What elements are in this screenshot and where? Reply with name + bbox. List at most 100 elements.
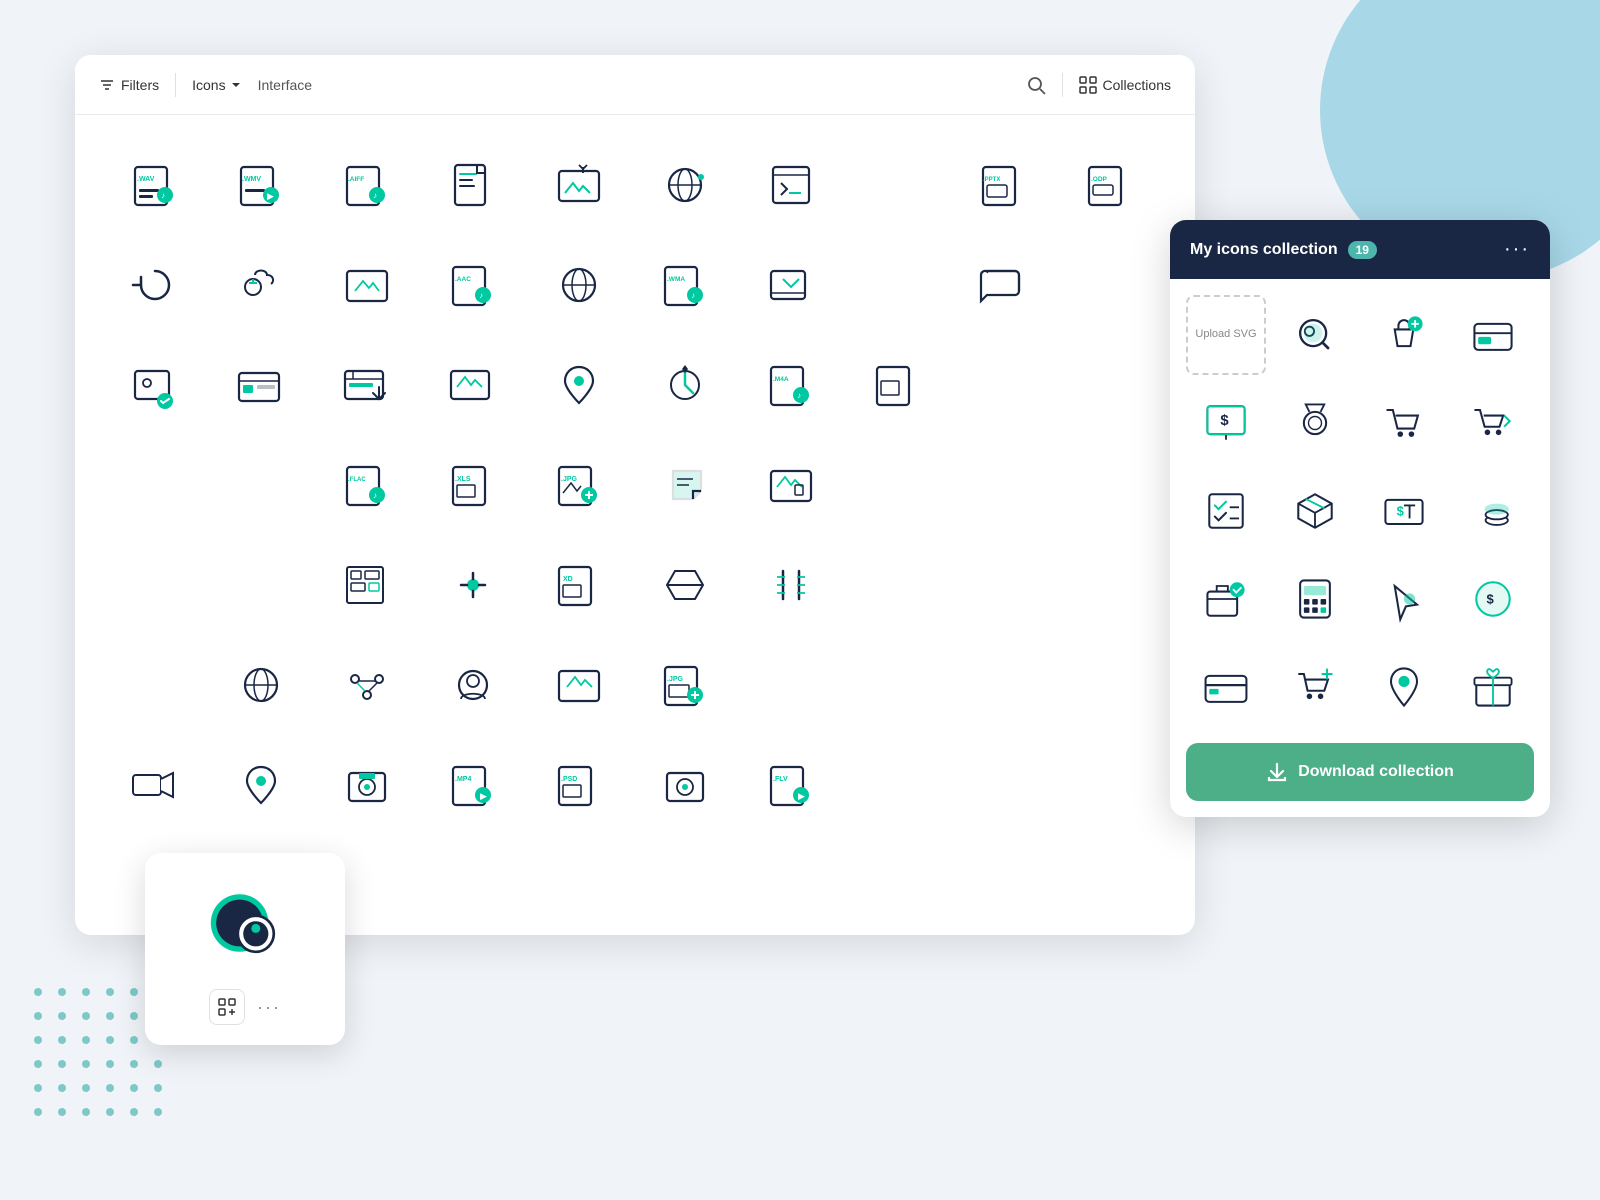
list-item[interactable]: [1364, 383, 1444, 463]
list-item[interactable]: .JPG: [635, 635, 735, 735]
list-item[interactable]: [635, 135, 735, 235]
list-item[interactable]: [953, 535, 1053, 635]
list-item[interactable]: [1186, 471, 1266, 551]
list-item[interactable]: .MP4▶: [423, 735, 523, 835]
list-item[interactable]: [317, 335, 417, 435]
upload-svg-button[interactable]: Upload SVG: [1186, 295, 1266, 375]
list-item[interactable]: [1453, 471, 1533, 551]
list-item[interactable]: .PPTX: [953, 135, 1053, 235]
list-item[interactable]: [953, 735, 1053, 835]
list-item[interactable]: $: [1453, 559, 1533, 639]
list-item[interactable]: [1275, 471, 1355, 551]
list-item[interactable]: [635, 735, 735, 835]
list-item[interactable]: [1059, 435, 1159, 535]
download-collection-button[interactable]: Download collection: [1186, 743, 1534, 801]
list-item[interactable]: [1186, 647, 1266, 727]
list-item[interactable]: .JPG: [529, 435, 629, 535]
list-item[interactable]: [1275, 647, 1355, 727]
list-item[interactable]: [847, 435, 947, 535]
list-item[interactable]: [1059, 335, 1159, 435]
list-item[interactable]: [1364, 559, 1444, 639]
list-item[interactable]: [423, 535, 523, 635]
list-item[interactable]: [741, 535, 841, 635]
list-item[interactable]: .M4A♪: [741, 335, 841, 435]
list-item[interactable]: [529, 235, 629, 335]
list-item[interactable]: [211, 335, 311, 435]
list-item[interactable]: [423, 335, 523, 435]
list-item[interactable]: [953, 435, 1053, 535]
list-item[interactable]: [105, 735, 205, 835]
list-item[interactable]: .WMV▶: [211, 135, 311, 235]
list-item[interactable]: [847, 735, 947, 835]
list-item[interactable]: [953, 235, 1053, 335]
list-item[interactable]: [847, 335, 947, 435]
list-item[interactable]: .WMA♪: [635, 235, 735, 335]
list-item[interactable]: [529, 335, 629, 435]
list-item[interactable]: [1453, 295, 1533, 375]
list-item[interactable]: [105, 335, 205, 435]
list-item[interactable]: $: [1186, 383, 1266, 463]
list-item[interactable]: [423, 135, 523, 235]
list-item[interactable]: .PSD: [529, 735, 629, 835]
list-item[interactable]: [1364, 295, 1444, 375]
list-item[interactable]: [953, 635, 1053, 735]
list-item[interactable]: .WAV♪: [105, 135, 205, 235]
list-item[interactable]: [105, 235, 205, 335]
list-item[interactable]: .AAC♪: [423, 235, 523, 335]
list-item[interactable]: $: [1364, 471, 1444, 551]
list-item[interactable]: [317, 535, 417, 635]
list-item[interactable]: [1059, 235, 1159, 335]
list-item[interactable]: [211, 235, 311, 335]
collections-button[interactable]: Collections: [1079, 76, 1171, 94]
list-item[interactable]: [529, 135, 629, 235]
list-item[interactable]: [847, 535, 947, 635]
filters-button[interactable]: Filters: [99, 77, 159, 93]
list-item[interactable]: [1275, 559, 1355, 639]
list-item[interactable]: [105, 635, 205, 735]
list-item[interactable]: .AIFF♪: [317, 135, 417, 235]
list-item[interactable]: [423, 635, 523, 735]
list-item[interactable]: [953, 335, 1053, 435]
list-item[interactable]: [1059, 735, 1159, 835]
list-item[interactable]: [211, 735, 311, 835]
list-item[interactable]: [1453, 383, 1533, 463]
list-item[interactable]: XD: [529, 535, 629, 635]
list-item[interactable]: [211, 635, 311, 735]
collection-menu-button[interactable]: ···: [1504, 238, 1530, 261]
download-collection-label: Download collection: [1298, 763, 1454, 781]
more-options-button[interactable]: ···: [257, 997, 281, 1018]
list-item[interactable]: [1453, 647, 1533, 727]
list-item[interactable]: .XLS: [423, 435, 523, 535]
icons-dropdown[interactable]: Icons: [192, 77, 241, 93]
list-item[interactable]: [1186, 559, 1266, 639]
list-item[interactable]: [1364, 647, 1444, 727]
list-item[interactable]: [847, 135, 947, 235]
list-item[interactable]: [635, 435, 735, 535]
list-item[interactable]: [317, 735, 417, 835]
list-item[interactable]: [847, 635, 947, 735]
add-to-collection-button[interactable]: [209, 989, 245, 1025]
list-item[interactable]: [211, 535, 311, 635]
list-item[interactable]: [105, 535, 205, 635]
svg-text:.M4A: .M4A: [773, 376, 789, 383]
list-item[interactable]: [847, 235, 947, 335]
collection-count-badge: 19: [1348, 241, 1377, 259]
list-item[interactable]: [741, 135, 841, 235]
list-item[interactable]: [317, 235, 417, 335]
list-item[interactable]: [1275, 383, 1355, 463]
list-item[interactable]: [741, 435, 841, 535]
list-item[interactable]: [1059, 635, 1159, 735]
list-item[interactable]: .FLAC♪: [317, 435, 417, 535]
list-item[interactable]: [741, 635, 841, 735]
list-item[interactable]: [635, 535, 735, 635]
search-button[interactable]: [1026, 75, 1046, 95]
list-item[interactable]: .ODP: [1059, 135, 1159, 235]
list-item[interactable]: [1275, 295, 1355, 375]
list-item[interactable]: .FLV▶: [741, 735, 841, 835]
svg-text:.XLS: .XLS: [455, 476, 471, 483]
list-item[interactable]: [529, 635, 629, 735]
list-item[interactable]: [317, 635, 417, 735]
list-item[interactable]: [1059, 535, 1159, 635]
list-item[interactable]: [635, 335, 735, 435]
list-item[interactable]: [741, 235, 841, 335]
